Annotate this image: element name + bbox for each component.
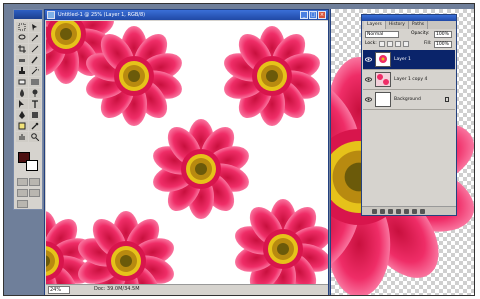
healing-brush-tool-icon[interactable] [16,55,28,65]
photoshop-window: Untitled-1 @ 25% (Layer 1, RGB/8) _ □ × [3,3,475,296]
hand-tool-icon[interactable] [16,132,28,142]
lock-label: Lock: [365,41,377,46]
layer-thumbnail [375,72,391,87]
lock-image-checkbox[interactable] [387,41,393,47]
lasso-tool-icon[interactable] [16,33,28,43]
layer-name[interactable]: Layer 1 copy 4 [394,70,427,90]
adjustment-layer-icon[interactable] [404,208,409,214]
maximize-button[interactable]: □ [309,11,317,19]
status-bar: 24% Doc: 39.0M/34.5M [46,284,328,294]
eye-icon[interactable] [365,56,372,63]
document-size-info[interactable]: Doc: 39.0M/34.5M [94,285,140,294]
layer-thumbnail [375,52,391,67]
blend-mode-select[interactable]: Normal [365,31,399,38]
opacity-field[interactable]: 100% [434,31,452,38]
shape-tool-icon[interactable] [29,110,41,120]
marquee-tool-icon[interactable] [16,22,28,32]
link-layers-icon[interactable] [372,208,377,214]
tab-history[interactable]: History [386,21,409,29]
eye-icon[interactable] [365,96,372,103]
blur-tool-icon[interactable] [16,88,28,98]
standard-mode-button[interactable] [17,178,28,186]
pen-tool-icon[interactable] [16,110,28,120]
zoom-tool-icon[interactable] [29,132,41,142]
jump-to-imageready-button[interactable] [17,200,28,208]
notes-tool-icon[interactable] [16,121,28,131]
lock-position-checkbox[interactable] [395,41,401,47]
document-title: Untitled-1 @ 25% (Layer 1, RGB/8) [58,12,146,18]
lock-transparency-checkbox[interactable] [379,41,385,47]
brush-tool-icon[interactable] [29,55,41,65]
image-canvas[interactable] [46,21,328,285]
layer-list: Layer 1 Layer 1 copy 4 Background [363,50,455,205]
fill-label: Fill: [424,41,432,46]
new-group-icon[interactable] [396,208,401,214]
layer-thumbnail [375,92,391,107]
new-layer-icon[interactable] [412,208,417,214]
flower-image [231,199,328,285]
tab-layers[interactable]: Layers [364,21,386,29]
toolbox [13,9,43,210]
move-tool-icon[interactable] [29,22,41,32]
document-title-bar[interactable]: Untitled-1 @ 25% (Layer 1, RGB/8) _ □ × [45,10,328,20]
opacity-label: Opacity: [411,31,430,36]
gradient-tool-icon[interactable] [29,77,41,87]
full-screen-mode-button[interactable] [29,189,40,197]
window-controls: _ □ × [300,11,326,19]
slice-tool-icon[interactable] [29,44,41,54]
toolbox-title-bar[interactable] [14,10,42,19]
lock-all-checkbox[interactable] [403,41,409,47]
zoom-level-field[interactable]: 24% [48,286,70,294]
eye-icon[interactable] [365,76,372,83]
quick-mask-mode-button[interactable] [29,178,40,186]
layer-row[interactable]: Layer 1 copy 4 [363,70,455,90]
flower-image [74,211,178,285]
history-brush-tool-icon[interactable] [29,66,41,76]
eyedropper-tool-icon[interactable] [29,121,41,131]
flower-image [220,26,324,126]
layers-palette-footer [362,206,456,215]
tab-paths[interactable]: Paths [409,21,429,29]
tool-grid [16,22,42,142]
dodge-tool-icon[interactable] [29,88,41,98]
photoshop-document-icon [47,11,55,19]
layer-mask-icon[interactable] [388,208,393,214]
fill-field[interactable]: 100% [434,41,452,48]
clone-stamp-tool-icon[interactable] [16,66,28,76]
layer-name[interactable]: Background [394,90,421,110]
flower-image [149,119,253,219]
lock-fill-row: Lock: Fill: 100% [362,39,456,49]
screen-mode-button[interactable] [17,189,28,197]
close-button[interactable]: × [318,11,326,19]
minimize-button[interactable]: _ [300,11,308,19]
layer-row[interactable]: Layer 1 [363,50,455,70]
background-color-swatch[interactable] [26,160,38,171]
crop-tool-icon[interactable] [16,44,28,54]
color-swatches [18,152,40,172]
magic-wand-tool-icon[interactable] [29,33,41,43]
layer-row[interactable]: Background [363,90,455,110]
layer-name[interactable]: Layer 1 [394,50,411,70]
palette-tabs: Layers History Paths [362,21,456,29]
trash-icon[interactable] [420,208,425,214]
eraser-tool-icon[interactable] [16,77,28,87]
blend-opacity-row: Normal Opacity: 100% [362,29,456,39]
document-window: Untitled-1 @ 25% (Layer 1, RGB/8) _ □ × [44,9,329,295]
layers-palette: Layers History Paths Normal Opacity: 100… [361,14,457,216]
type-tool-icon[interactable] [29,99,41,109]
lock-icon [445,97,449,102]
layer-style-icon[interactable] [380,208,385,214]
path-selection-tool-icon[interactable] [16,99,28,109]
